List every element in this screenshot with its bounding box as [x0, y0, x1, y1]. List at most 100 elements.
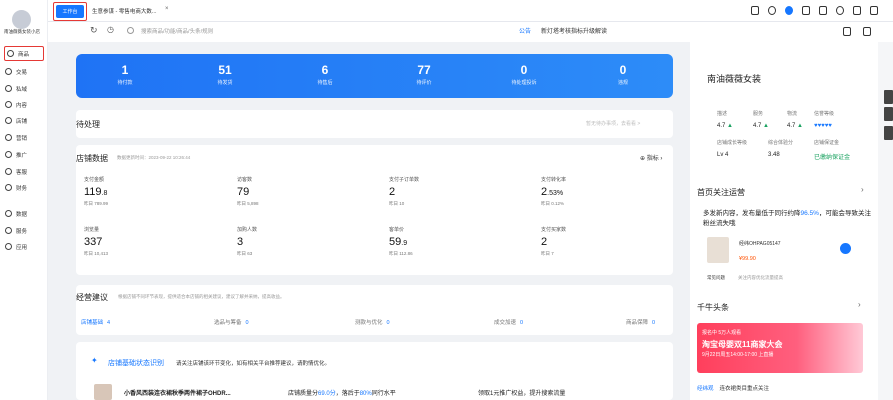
- score-deposit: 店铺保证金 已缴纳保证金: [814, 140, 851, 161]
- notice-tag: 公告: [519, 29, 532, 35]
- tab-workbench[interactable]: 工作台: [53, 2, 87, 21]
- news-title: 千牛头条: [697, 303, 729, 312]
- follow-title: 首页关注运营: [697, 188, 745, 197]
- sidebar-item-content[interactable]: 内容: [5, 98, 43, 111]
- shop-quality-score: 店铺质量分69.0分，落后于80%同行水平: [288, 391, 396, 397]
- plus-icon[interactable]: [836, 6, 844, 15]
- sidebar-item-services[interactable]: 服务: [5, 224, 43, 237]
- sidebar-item-service[interactable]: 客服: [5, 165, 43, 178]
- metric-settings-button[interactable]: ⊕ 指标 ›: [640, 153, 662, 162]
- shop-data-updated: 数据更新时间：2023-09-22 10:26:44: [117, 155, 191, 160]
- stat-violations[interactable]: 0 违规: [583, 64, 663, 87]
- side-tool-button[interactable]: [884, 107, 893, 121]
- maximize-icon[interactable]: [870, 6, 878, 15]
- finance-icon: [5, 184, 12, 191]
- advice-step-conversion[interactable]: 成交加速 0: [494, 318, 523, 326]
- workspace-app: 南油薇薇女装小店 商品 交易 私域 内容 店铺 营销 推广 客服 财务 数据 服…: [0, 0, 893, 400]
- close-icon[interactable]: ×: [165, 6, 169, 12]
- advice-step-basic[interactable]: 店铺基础 4: [81, 318, 110, 326]
- shop-avatar[interactable]: [12, 10, 31, 29]
- faq-label[interactable]: 常见问题: [707, 275, 725, 281]
- sidebar-item-shop[interactable]: 店铺: [5, 114, 43, 127]
- metric-page-views[interactable]: 浏览量 337 昨日 10,413: [84, 226, 108, 257]
- score-growth: 店铺成长等级 Lv 4: [717, 140, 748, 158]
- todo-card: [76, 110, 673, 138]
- news-item[interactable]: 经纬观 连衣裙类目重点关注: [697, 384, 769, 392]
- stat-pending-aftersale[interactable]: 6 待售后: [285, 64, 365, 87]
- stat-pending-payment[interactable]: 1 待付款: [85, 64, 165, 87]
- chevron-right-icon[interactable]: ›: [858, 300, 861, 309]
- trade-icon: [5, 68, 12, 75]
- score-experience: 综合体验分 3.48: [768, 140, 794, 158]
- follow-product-price: ¥99.90: [739, 256, 756, 262]
- services-icon: [5, 227, 12, 234]
- phone-icon[interactable]: [751, 6, 759, 15]
- tab-bar: [48, 0, 893, 22]
- sidebar-item-apps[interactable]: 应用: [5, 240, 43, 253]
- sidebar-item-finance[interactable]: 财务: [5, 181, 43, 194]
- sidebar-item-marketing[interactable]: 营销: [5, 131, 43, 144]
- product-thumbnail[interactable]: [94, 384, 112, 400]
- news-banner-title: 淘宝母婴双11商家大会: [702, 340, 783, 349]
- promotion-link[interactable]: 领取1元推广权益，提升搜索流量: [478, 388, 565, 397]
- stat-pending-review[interactable]: 77 待评价: [384, 64, 464, 87]
- metric-conversion[interactable]: 支付转化率 2.53% 昨日 0.12%: [541, 176, 566, 207]
- follow-product-image[interactable]: [707, 237, 729, 263]
- metric-buyers[interactable]: 支付买家数 2 昨日 7: [541, 226, 566, 257]
- apps-icon: [5, 243, 12, 250]
- metric-visitors[interactable]: 访客数 79 昨日 5,898: [237, 176, 259, 207]
- score-service: 服务 4.7 ▲: [753, 111, 769, 129]
- sparkle-icon: ✦: [91, 356, 98, 365]
- advice-card: [76, 285, 673, 335]
- metric-sub-orders[interactable]: 支付子订单数 2 昨日 10: [389, 176, 419, 207]
- basic-status-subtitle: 请关注店铺该环节变化，如有相关平台推荐建议，请酌情优化。: [176, 361, 331, 367]
- tab-business-advisor[interactable]: 生意参谋 - 零售电商大数...: [92, 7, 156, 15]
- right-shop-name: 南油薇薇女装: [707, 74, 762, 84]
- product-name[interactable]: 小香风西装连衣裙秋季两件裙子OHDR...: [124, 388, 231, 397]
- sidebar-item-trade[interactable]: 交易: [5, 65, 43, 78]
- shop-data-title: 店铺数据: [76, 154, 108, 163]
- follow-desc: 多发新内容，发布量低于同行约降96.5%，可能会导致关注粉丝流失哦: [703, 210, 871, 227]
- advice-title: 经营建议: [76, 293, 108, 302]
- follow-product-name: 经纬OHPAG05147: [739, 241, 781, 247]
- metric-avg-order[interactable]: 客单价 59.9 昨日 112.86: [389, 226, 413, 257]
- gift-icon[interactable]: [802, 6, 810, 15]
- sidebar-item-goods[interactable]: 商品: [4, 46, 44, 61]
- history-icon[interactable]: ◷: [107, 25, 114, 34]
- stat-pending-shipment[interactable]: 51 待发货: [185, 64, 265, 87]
- content-icon: [5, 101, 12, 108]
- promotion-icon: [5, 151, 12, 158]
- shop-name: 南油薇薇女装小店: [4, 29, 40, 34]
- search-input[interactable]: 搜索商品/功能/商品/头条/规则: [141, 27, 213, 35]
- metric-pay-amount[interactable]: 支付金额 119.8 昨日 789.99: [84, 176, 108, 207]
- advice-hint: 根据店铺不同环节表现，提供适合本店铺的相关建议，建议了解并采纳，提高收益。: [118, 294, 285, 299]
- stat-complaints[interactable]: 0 待处理投诉: [484, 64, 564, 87]
- sidebar-item-data[interactable]: 数据: [5, 207, 43, 220]
- send-icon[interactable]: [840, 243, 851, 254]
- qianniu-icon[interactable]: [785, 6, 793, 15]
- order-stats-banner: 1 待付款 51 待发货 6 待售后 77 待评价 0 待处理投诉 0 违规: [76, 54, 673, 98]
- faq-link[interactable]: 关注内容优化流量提高: [738, 275, 783, 281]
- refresh-icon[interactable]: ↻: [90, 25, 98, 36]
- news-banner-tag: 报名中 5万人观看: [702, 330, 742, 336]
- marketing-icon: [5, 134, 12, 141]
- basic-status-title: 店铺基础状态识别: [108, 360, 164, 367]
- chevron-right-icon[interactable]: ›: [861, 185, 864, 194]
- advice-step-selection[interactable]: 选品与筹备 0: [214, 318, 249, 326]
- todo-hint[interactable]: 暂无待办事项，去看看 >: [586, 120, 640, 127]
- advice-step-guarantee[interactable]: 商品保障 0: [626, 318, 655, 326]
- shop-data-card: [76, 145, 673, 275]
- shirt-icon[interactable]: [819, 6, 827, 15]
- message-icon[interactable]: [768, 6, 776, 15]
- data-icon: [5, 210, 12, 217]
- bookmark-icon[interactable]: [843, 27, 851, 36]
- minimize-icon[interactable]: [853, 6, 861, 15]
- metric-add-cart[interactable]: 加购人数 3 昨日 63: [237, 226, 257, 257]
- side-tool-button[interactable]: [884, 90, 893, 104]
- advice-step-testing[interactable]: 测款与优化 0: [355, 318, 390, 326]
- notes-icon[interactable]: [863, 27, 871, 36]
- sidebar-item-promotion[interactable]: 推广: [5, 148, 43, 161]
- notice-link[interactable]: 新灯塔考核指标升级解读: [541, 26, 607, 35]
- side-tool-button[interactable]: [884, 126, 893, 140]
- sidebar-item-private[interactable]: 私域: [5, 82, 43, 95]
